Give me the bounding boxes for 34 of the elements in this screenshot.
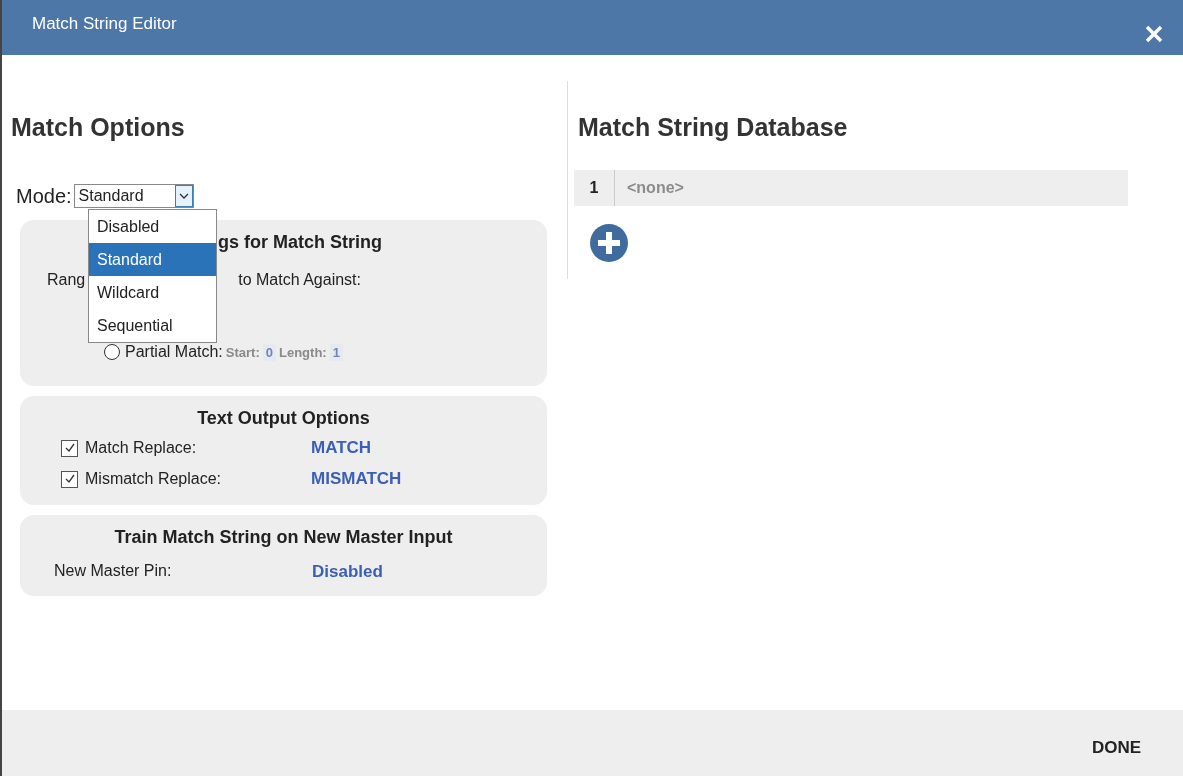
mode-label: Mode: [16,184,72,208]
length-label: Length: [279,344,327,360]
start-label: Start: [225,344,260,360]
option-label: Mismatch Replace: [85,470,223,488]
done-button[interactable]: DONE [1071,730,1161,766]
checkmark-icon [63,442,76,454]
panel-title: gs for Match String [217,232,383,253]
add-icon[interactable] [590,224,628,262]
checkmark-icon [63,473,76,485]
window-title: Match String Editor [32,13,177,34]
row-value: <none> [627,179,684,197]
option-label: Match Replace: [85,439,198,457]
range-label: to Match Against: [238,271,361,289]
section-title: Match String Database [578,113,849,142]
database-row[interactable]: 1 <none> [574,170,1128,206]
checkbox[interactable] [61,439,78,457]
row-number: 1 [574,170,615,206]
dropdown-option[interactable]: Sequential [89,309,216,342]
caret-icon [174,185,193,207]
pin-value-link[interactable]: Disabled [312,562,383,582]
close-icon[interactable] [1145,24,1163,43]
panel-title: Train Match String on New Master Input [113,527,454,548]
replace-value-link[interactable]: MISMATCH [311,469,402,489]
range-label: Rang [47,271,86,289]
mode-dropdown[interactable]: Standard [73,184,194,208]
dropdown-option[interactable]: Wildcard [89,276,216,309]
dropdown-option[interactable]: Disabled [89,210,216,243]
partial-match-label: Partial Match: [125,343,223,361]
option-label: New Master Pin: [54,562,173,581]
dropdown-option[interactable]: Standard [89,243,216,276]
replace-value-link[interactable]: MATCH [311,438,372,458]
checkbox[interactable] [61,470,78,488]
section-title: Match Options [11,113,186,142]
panel-title: Text Output Options [196,408,371,429]
